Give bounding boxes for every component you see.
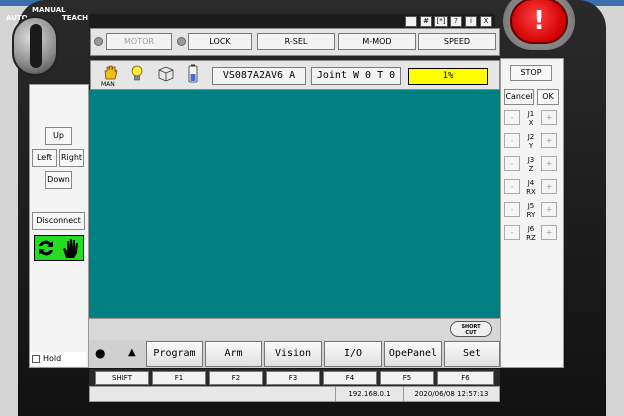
- f2-key[interactable]: F2: [209, 371, 263, 385]
- circle-icon[interactable]: ●: [95, 346, 105, 360]
- robot-name-button[interactable]: VS087A2AV6 A: [212, 67, 306, 85]
- hold-checkbox[interactable]: [32, 355, 40, 363]
- j6-minus-button[interactable]: -: [504, 225, 520, 240]
- j2-minus-button[interactable]: -: [504, 133, 520, 148]
- exclamation-icon: !: [533, 6, 545, 36]
- j3-name: J3: [527, 156, 535, 164]
- f4-key[interactable]: F4: [323, 371, 377, 385]
- j3-plus-button[interactable]: +: [541, 156, 557, 171]
- menu-set-button[interactable]: Set: [444, 341, 500, 367]
- j5-minus-button[interactable]: -: [504, 202, 520, 217]
- j5-name: J5: [527, 202, 535, 210]
- stop-button[interactable]: STOP: [510, 65, 552, 81]
- sync-arrows-icon: [39, 240, 53, 256]
- j1-plus-button[interactable]: +: [541, 110, 557, 125]
- lock-button[interactable]: LOCK: [188, 33, 252, 50]
- window-help-button[interactable]: ?: [450, 16, 462, 27]
- j1-name: J1: [527, 110, 535, 118]
- j5-plus-button[interactable]: +: [541, 202, 557, 217]
- motor-button[interactable]: MOTOR: [106, 33, 172, 50]
- j3-minus-button[interactable]: -: [504, 156, 520, 171]
- j6-name: J6: [527, 225, 535, 233]
- menu-arm-button[interactable]: Arm: [205, 341, 262, 367]
- mode-teach-label: TEACH: [62, 14, 88, 22]
- j6-plus-button[interactable]: +: [541, 225, 557, 240]
- cube-icon: [158, 66, 174, 82]
- f6-key[interactable]: F6: [437, 371, 494, 385]
- j2-name: J2: [527, 133, 535, 141]
- coordinate-button[interactable]: Joint W 0 T 0: [311, 67, 401, 85]
- j3-label: J3 Z: [524, 156, 538, 174]
- mode-selector-handle: [30, 24, 42, 68]
- shortcut-button[interactable]: SHORT CUT: [450, 321, 492, 337]
- main-screen: [89, 90, 500, 318]
- j3-axis: Z: [528, 165, 534, 173]
- j1-minus-button[interactable]: -: [504, 110, 520, 125]
- man-label: MAN: [101, 81, 115, 88]
- mode-manual-label: MANUAL: [32, 6, 66, 14]
- j4-axis: RX: [526, 188, 536, 196]
- speed-display[interactable]: 1%: [408, 68, 488, 85]
- down-button[interactable]: Down: [45, 171, 72, 189]
- j2-label: J2 Y: [524, 133, 538, 151]
- shift-key[interactable]: SHIFT: [95, 371, 149, 385]
- menu-opepanel-button[interactable]: OpePanel: [384, 341, 442, 367]
- rsel-button[interactable]: R-SEL: [257, 33, 335, 50]
- left-button[interactable]: Left: [32, 149, 57, 167]
- shortcut-line2: CUT: [465, 330, 477, 336]
- up-button[interactable]: Up: [45, 127, 72, 145]
- lock-led-icon: [177, 37, 186, 46]
- f5-key[interactable]: F5: [380, 371, 434, 385]
- ip-address: 192.168.0.1: [335, 387, 403, 401]
- battery-icon: [188, 64, 198, 83]
- f1-key[interactable]: F1: [152, 371, 206, 385]
- speed-button[interactable]: SPEED: [418, 33, 496, 50]
- j5-label: J5 RY: [524, 202, 538, 220]
- ok-button[interactable]: OK: [537, 89, 559, 105]
- window-hash-button[interactable]: #: [420, 16, 432, 27]
- shortcut-bar: [89, 318, 500, 340]
- disconnect-button[interactable]: Disconnect: [32, 212, 85, 230]
- right-button[interactable]: Right: [59, 149, 84, 167]
- j1-axis: X: [528, 119, 534, 127]
- hand-stop-icon: [63, 239, 78, 258]
- j4-name: J4: [527, 179, 535, 187]
- j4-label: J4 RX: [524, 179, 538, 197]
- j5-axis: RY: [526, 211, 536, 219]
- window-info-button[interactable]: i: [465, 16, 477, 27]
- menu-io-button[interactable]: I/O: [324, 341, 382, 367]
- mmod-button[interactable]: M-MOD: [338, 33, 416, 50]
- triangle-icon[interactable]: ▲: [128, 347, 136, 358]
- j6-label: J6 RZ: [524, 225, 538, 243]
- lightbulb-icon: [131, 65, 143, 81]
- motor-led-icon: [94, 37, 103, 46]
- j1-label: J1 X: [524, 110, 538, 128]
- j6-axis: RZ: [526, 234, 536, 242]
- hold-label: Hold: [43, 354, 62, 363]
- menu-program-button[interactable]: Program: [146, 341, 203, 367]
- j2-axis: Y: [528, 142, 534, 150]
- f3-key[interactable]: F3: [266, 371, 320, 385]
- j2-plus-button[interactable]: +: [541, 133, 557, 148]
- j4-plus-button[interactable]: +: [541, 179, 557, 194]
- date-time: 2020/06/08 12:57:13: [403, 387, 499, 401]
- j4-minus-button[interactable]: -: [504, 179, 520, 194]
- cancel-button[interactable]: Cancel: [504, 89, 534, 105]
- menu-vision-button[interactable]: Vision: [264, 341, 322, 367]
- emergency-stop-button[interactable]: !: [510, 0, 568, 44]
- window-star-button[interactable]: [*]: [434, 16, 448, 27]
- hand-man-icon: [104, 65, 118, 80]
- window-blank-button[interactable]: [405, 16, 417, 27]
- window-close-button[interactable]: X: [480, 16, 492, 27]
